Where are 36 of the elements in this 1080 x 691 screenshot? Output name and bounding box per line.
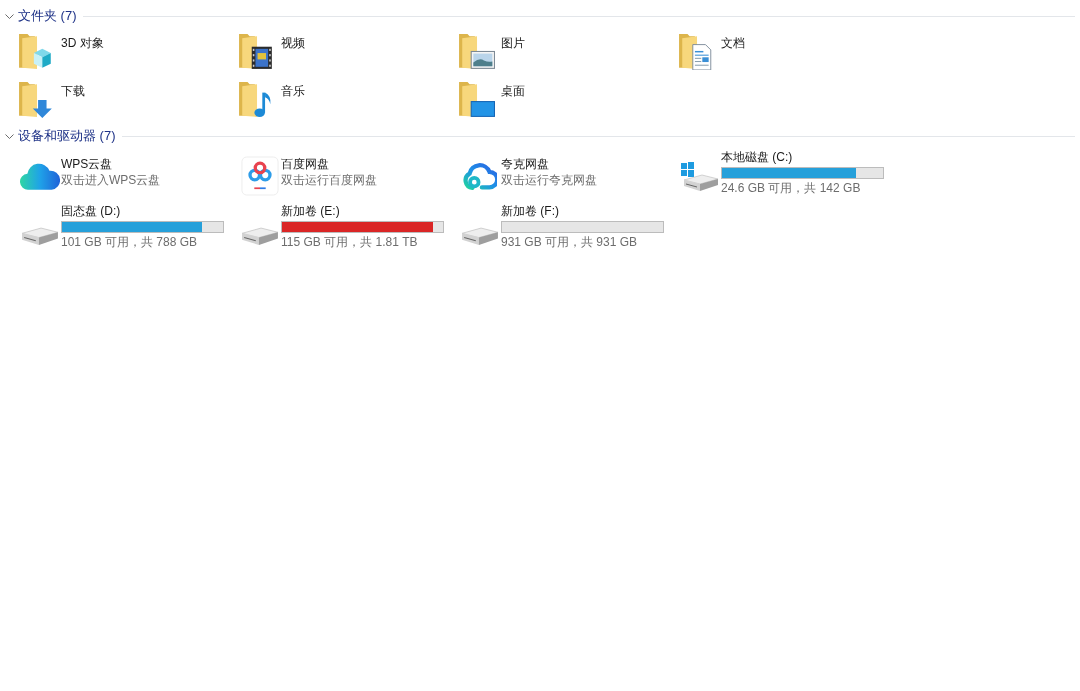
hard-drive-icon[interactable] [460, 227, 499, 246]
drive-name[interactable]: 新加卷 (E:) [281, 203, 340, 219]
group-header[interactable]: 文件夹 (7) [18, 6, 77, 26]
device-hint: 双击进入WPS云盘 [61, 172, 161, 188]
cloud-icon[interactable] [19, 162, 60, 190]
drive-name[interactable]: 本地磁盘 (C:) [721, 149, 793, 165]
folder-name[interactable]: 图片 [501, 35, 525, 51]
folder-name[interactable]: 音乐 [281, 83, 305, 99]
device-name[interactable]: 夸克网盘 [501, 156, 549, 172]
drive-space: 931 GB 可用，共 931 GB [501, 234, 638, 250]
folder-name[interactable]: 下载 [61, 83, 85, 99]
drive-space: 115 GB 可用，共 1.81 TB [281, 234, 418, 250]
drive-name[interactable]: 固态盘 (D:) [61, 203, 121, 219]
system-drive-icon[interactable] [679, 162, 720, 192]
chevron-down-icon[interactable] [5, 131, 14, 141]
hard-drive-icon[interactable] [20, 227, 59, 246]
group-header[interactable]: 设备和驱动器 (7) [18, 126, 116, 146]
hard-drive-icon[interactable] [240, 227, 279, 246]
device-hint: 双击运行百度网盘 [281, 172, 377, 188]
device-hint: 双击运行夸克网盘 [501, 172, 597, 188]
rings-logo-icon[interactable] [240, 156, 279, 196]
folder-picture-icon[interactable] [458, 34, 495, 70]
folder-name[interactable]: 文档 [721, 35, 745, 51]
folder-arrow-down-icon[interactable] [18, 82, 55, 118]
device-name[interactable]: WPS云盘 [61, 156, 113, 172]
drive-space: 24.6 GB 可用，共 142 GB [721, 180, 861, 196]
folder-name[interactable]: 3D 对象 [61, 35, 104, 51]
drive-name[interactable]: 新加卷 (F:) [501, 203, 559, 219]
drive-space: 101 GB 可用，共 788 GB [61, 234, 198, 250]
folder-film-icon[interactable] [238, 34, 275, 70]
folder-name[interactable]: 桌面 [501, 83, 525, 99]
chevron-down-icon[interactable] [5, 11, 14, 21]
cloud-outline-icon[interactable] [462, 161, 497, 191]
device-name[interactable]: 百度网盘 [281, 156, 329, 172]
folder-name[interactable]: 视频 [281, 35, 305, 51]
folder-screen-icon[interactable] [458, 82, 495, 118]
